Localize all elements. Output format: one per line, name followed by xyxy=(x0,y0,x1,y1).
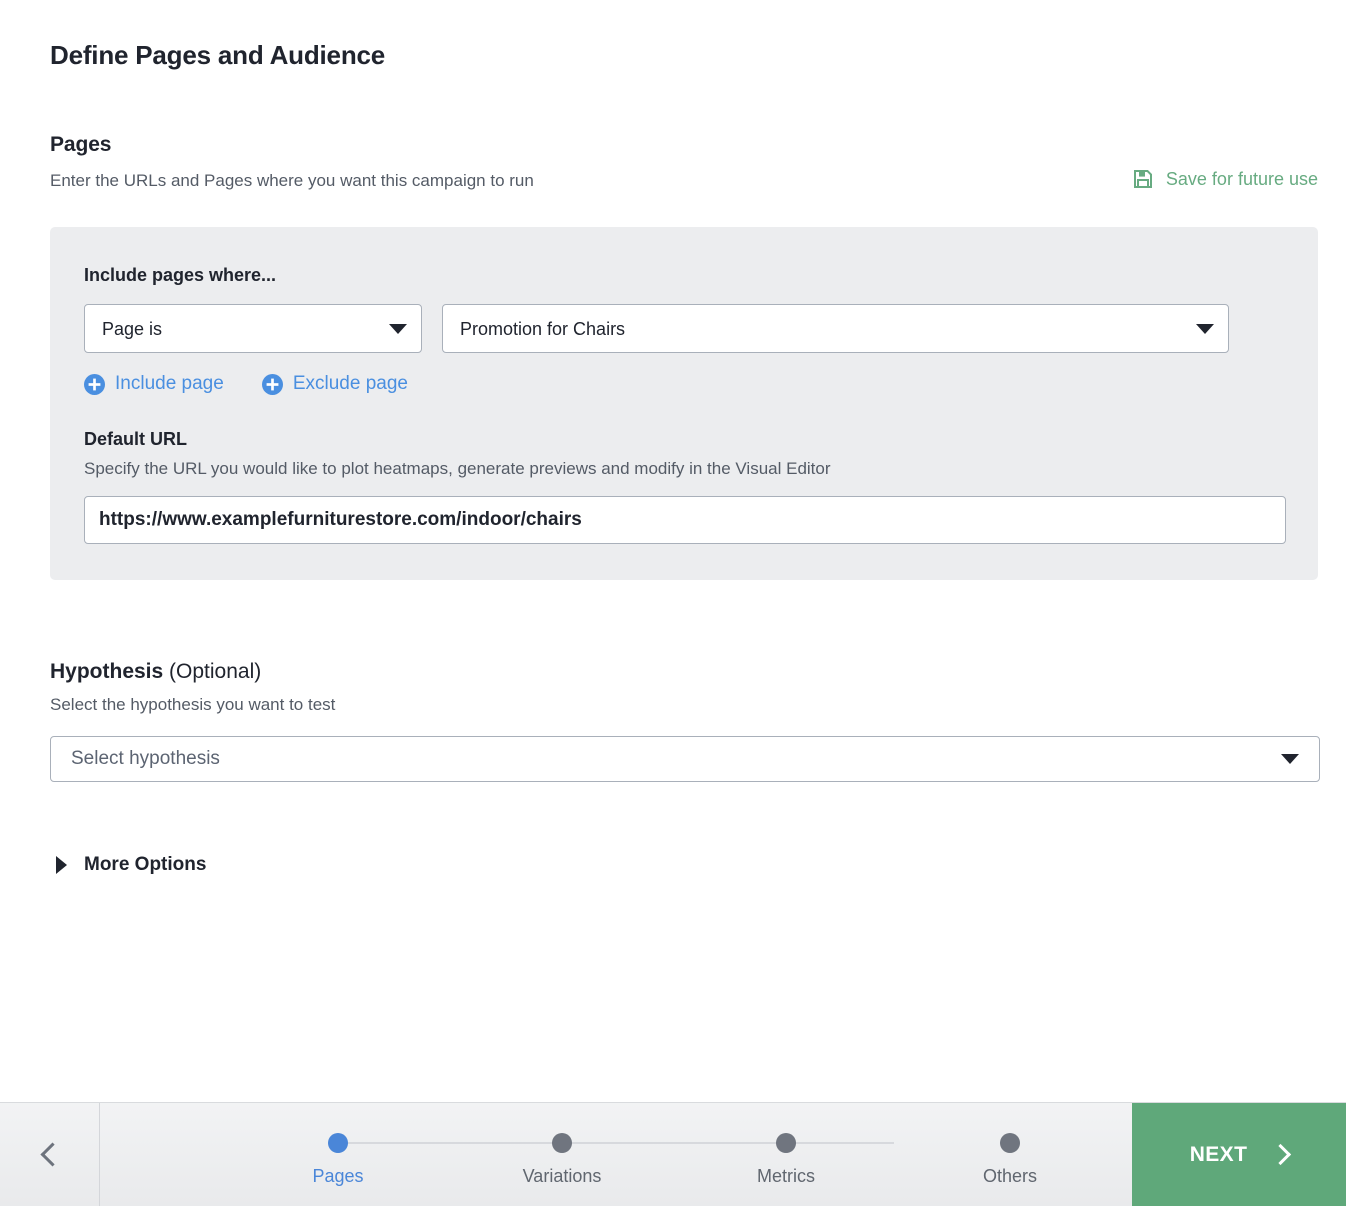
step-label: Variations xyxy=(522,1165,602,1186)
hypothesis-section: Hypothesis (Optional) Select the hypothe… xyxy=(50,660,1320,782)
triangle-right-icon xyxy=(56,856,67,874)
save-for-future-use-link[interactable]: Save for future use xyxy=(1133,169,1318,189)
chevron-right-icon xyxy=(1270,1143,1292,1166)
exclude-page-button[interactable]: Exclude page xyxy=(261,373,408,395)
pages-subtitle-row: Enter the URLs and Pages where you want … xyxy=(50,169,1318,191)
condition-row: Page is Promotion for Chairs xyxy=(84,304,1286,353)
main-content: Define Pages and Audience Pages Enter th… xyxy=(0,0,1346,876)
next-button-label: NEXT xyxy=(1189,1142,1248,1166)
page-condition-select[interactable]: Page is xyxy=(84,304,422,353)
pages-section-title: Pages xyxy=(50,133,112,156)
plus-circle-icon xyxy=(84,373,105,395)
bottom-navigation-bar: Pages Variations Metrics Others NEXT xyxy=(0,1102,1346,1206)
step-indicator-track: Pages Variations Metrics Others xyxy=(280,1103,1037,1206)
step-variations[interactable]: Variations xyxy=(504,1103,620,1187)
page-target-select[interactable]: Promotion for Chairs xyxy=(442,304,1229,353)
step-dot xyxy=(328,1132,348,1153)
chevron-down-icon xyxy=(389,323,407,334)
include-pages-label: Include pages where... xyxy=(84,265,277,285)
include-pages-panel: Include pages where... Page is Promotion… xyxy=(50,227,1318,580)
step-label: Pages xyxy=(312,1165,364,1186)
next-button[interactable]: NEXT xyxy=(1132,1103,1346,1206)
hypothesis-title-bold: Hypothesis xyxy=(50,660,164,683)
include-page-label: Include page xyxy=(115,373,224,394)
step-label: Metrics xyxy=(757,1165,815,1186)
pages-section-header: Pages Enter the URLs and Pages where you… xyxy=(50,133,1318,191)
chevron-left-icon xyxy=(40,1142,65,1167)
hypothesis-title-optional: (Optional) xyxy=(163,660,262,683)
hypothesis-select[interactable]: Select hypothesis xyxy=(50,736,1320,782)
step-dot xyxy=(552,1132,572,1153)
chevron-down-icon xyxy=(1196,323,1214,334)
hypothesis-select-value: Select hypothesis xyxy=(71,748,220,769)
hypothesis-subtitle: Select the hypothesis you want to test xyxy=(50,695,336,714)
step-pages[interactable]: Pages xyxy=(280,1103,396,1187)
exclude-page-label: Exclude page xyxy=(292,373,408,394)
more-options-label: More Options xyxy=(84,854,207,875)
page-link-actions: Include page Exclude page xyxy=(84,373,1286,395)
default-url-description: Specify the URL you would like to plot h… xyxy=(84,459,831,478)
back-button[interactable] xyxy=(0,1103,100,1206)
step-others[interactable]: Others xyxy=(952,1103,1068,1187)
page-title: Define Pages and Audience xyxy=(50,40,386,70)
include-page-button[interactable]: Include page xyxy=(84,373,224,395)
more-options-toggle[interactable]: More Options xyxy=(50,854,206,876)
step-label: Others xyxy=(982,1165,1038,1186)
page-condition-value: Page is xyxy=(102,318,163,339)
hypothesis-title: Hypothesis (Optional) xyxy=(50,660,1318,684)
step-indicator: Pages Variations Metrics Others xyxy=(100,1103,1132,1206)
step-dot xyxy=(1000,1132,1020,1153)
define-pages-and-audience-screen: Define Pages and Audience Pages Enter th… xyxy=(0,0,1346,1206)
save-floppy-icon xyxy=(1133,170,1152,188)
page-target-value: Promotion for Chairs xyxy=(460,318,626,339)
default-url-title: Default URL xyxy=(84,429,187,449)
save-for-future-use-label: Save for future use xyxy=(1165,169,1318,189)
pages-section-subtitle: Enter the URLs and Pages where you want … xyxy=(50,171,534,190)
default-url-input[interactable] xyxy=(84,496,1286,544)
plus-circle-icon xyxy=(261,373,283,395)
chevron-down-icon xyxy=(1281,754,1299,764)
step-metrics[interactable]: Metrics xyxy=(728,1103,844,1187)
step-dot xyxy=(776,1132,796,1153)
